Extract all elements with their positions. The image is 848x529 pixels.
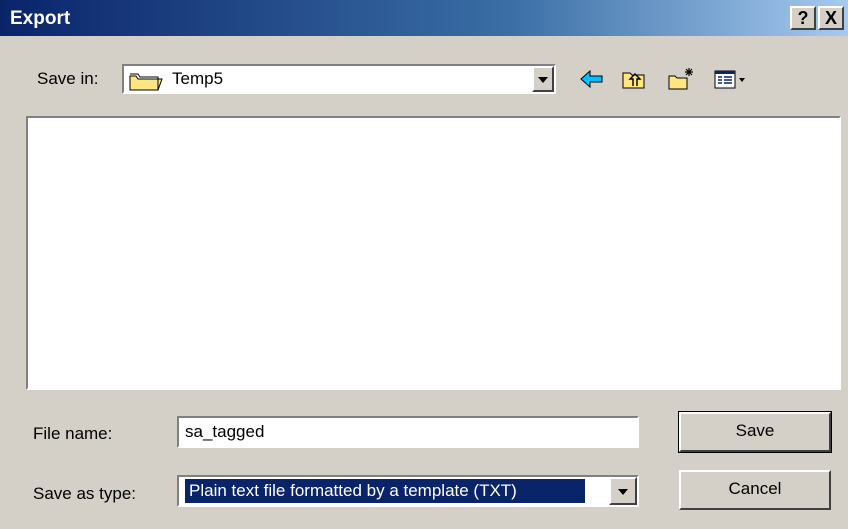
folder-icon [129, 73, 163, 91]
create-new-folder-icon[interactable] [667, 66, 695, 92]
save-in-dropdown-button[interactable] [532, 66, 554, 92]
file-name-label: File name: [33, 424, 113, 443]
help-button[interactable]: ? [790, 6, 816, 30]
views-menu-icon[interactable] [712, 66, 752, 92]
cancel-button[interactable]: Cancel [679, 470, 831, 510]
close-button[interactable]: X [818, 6, 844, 30]
save-as-type-dropdown[interactable]: Plain text file formatted by a template … [177, 475, 639, 507]
export-dialog: Export ? X Save in: Temp5 File name: sa_… [0, 0, 848, 529]
file-list[interactable] [26, 116, 841, 390]
file-name-field[interactable]: sa_tagged [177, 416, 639, 448]
up-one-level-icon[interactable] [620, 66, 648, 92]
save-as-type-value: Plain text file formatted by a template … [184, 478, 586, 504]
save-as-type-dropdown-button[interactable] [609, 477, 637, 505]
save-in-label: Save in: [37, 69, 99, 88]
save-as-type-label: Save as type: [33, 484, 137, 503]
window-title: Export [10, 8, 71, 29]
save-in-value: Temp5 [172, 69, 224, 88]
save-button[interactable]: Save [678, 411, 832, 453]
save-in-dropdown[interactable]: Temp5 [122, 64, 556, 94]
title-bar[interactable]: Export ? X [0, 0, 848, 36]
back-arrow-icon[interactable] [578, 66, 606, 92]
